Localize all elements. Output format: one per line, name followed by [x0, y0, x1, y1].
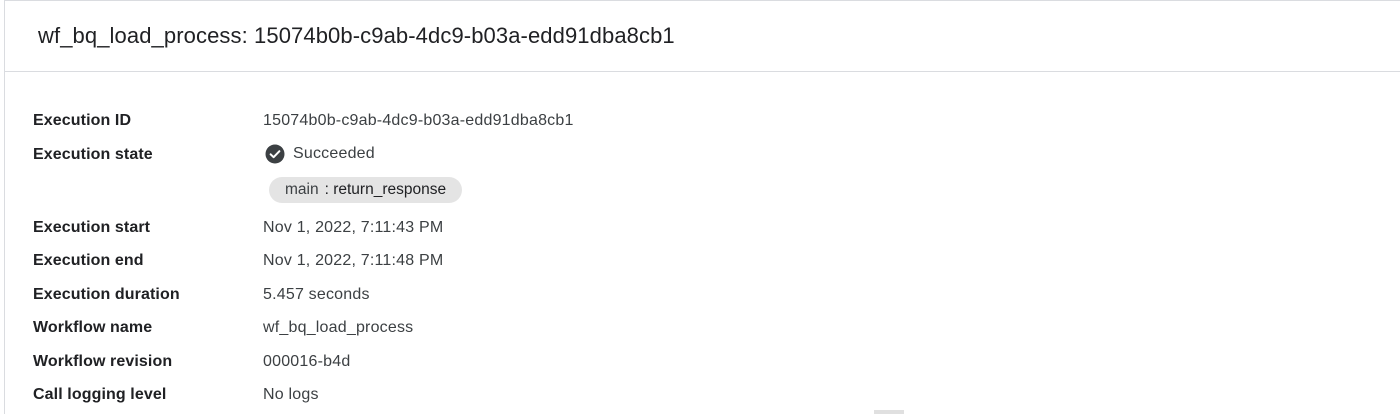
execution-id-label: Execution ID	[33, 112, 132, 129]
chip-subworkflow-name: main	[285, 181, 319, 198]
execution-duration-value: 5.457 seconds	[263, 286, 370, 303]
chip-step-name: : return_response	[324, 181, 447, 198]
execution-start-label: Execution start	[33, 219, 151, 236]
execution-state-label: Execution state	[33, 146, 153, 163]
call-logging-level-value: No logs	[263, 386, 319, 403]
workflow-revision-value: 000016-b4d	[263, 353, 351, 370]
workflow-revision-label: Workflow revision	[33, 353, 173, 370]
detail-row-workflow-revision: Workflow revision 000016-b4d	[33, 353, 1333, 375]
detail-row-execution-state: Execution state Succeeded	[33, 144, 1333, 168]
execution-state-text: Succeeded	[293, 145, 375, 162]
detail-row-workflow-name: Workflow name wf_bq_load_process	[33, 319, 1333, 341]
panel-header: wf_bq_load_process: 15074b0b-c9ab-4dc9-b…	[5, 1, 1400, 72]
execution-state-value: Succeeded	[265, 144, 375, 164]
call-logging-level-label: Call logging level	[33, 386, 167, 403]
workflow-name-label: Workflow name	[33, 319, 153, 336]
scrollbar-handle[interactable]	[874, 410, 904, 414]
workflow-name-value[interactable]: wf_bq_load_process	[263, 319, 413, 337]
execution-id-value: 15074b0b-c9ab-4dc9-b03a-edd91dba8cb1	[263, 112, 574, 129]
detail-row-execution-id: Execution ID 15074b0b-c9ab-4dc9-b03a-edd…	[33, 112, 1333, 134]
detail-row-execution-end: Execution end Nov 1, 2022, 7:11:48 PM	[33, 252, 1333, 274]
execution-duration-label: Execution duration	[33, 286, 180, 303]
execution-details-panel: wf_bq_load_process: 15074b0b-c9ab-4dc9-b…	[4, 0, 1400, 414]
detail-row-call-logging-level: Call logging level No logs	[33, 386, 1333, 408]
execution-end-value: Nov 1, 2022, 7:11:48 PM	[263, 252, 444, 269]
execution-start-value: Nov 1, 2022, 7:11:43 PM	[263, 219, 444, 236]
execution-end-label: Execution end	[33, 252, 144, 269]
page-title: wf_bq_load_process: 15074b0b-c9ab-4dc9-b…	[38, 23, 675, 48]
detail-row-execution-start: Execution start Nov 1, 2022, 7:11:43 PM	[33, 219, 1333, 241]
current-step-chip[interactable]: main : return_response	[269, 177, 463, 203]
detail-row-execution-duration: Execution duration 5.457 seconds	[33, 286, 1333, 308]
check-circle-icon	[265, 144, 285, 164]
